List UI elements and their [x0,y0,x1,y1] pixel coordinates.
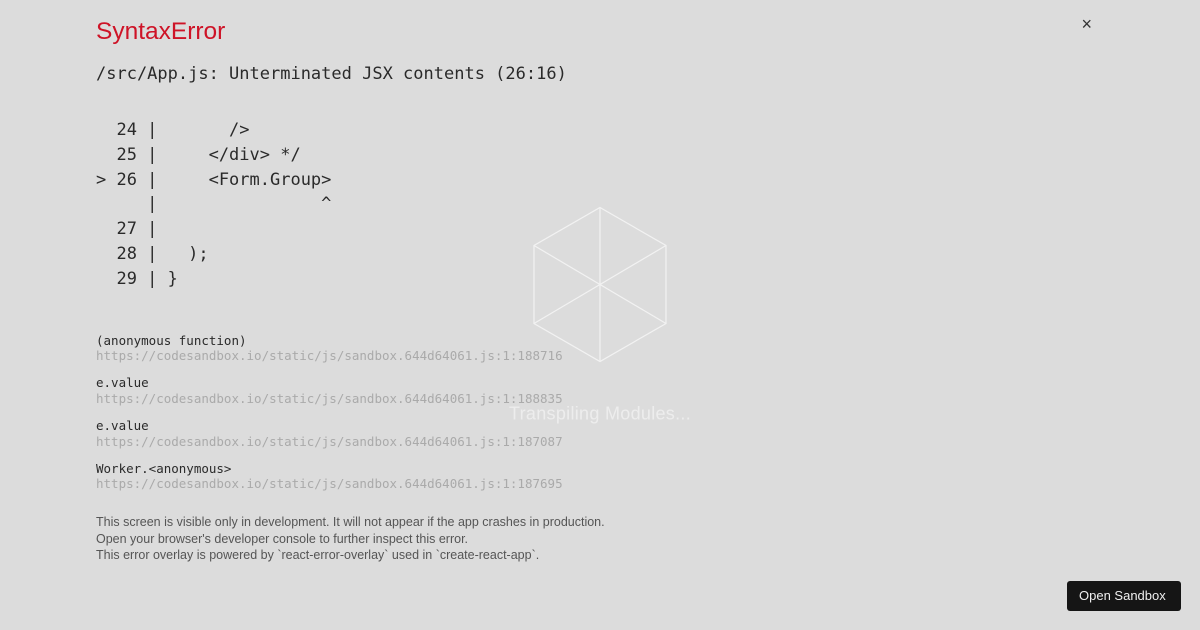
stack-function: e.value [96,376,1104,390]
overlay-footer-note: This screen is visible only in developme… [96,514,1104,565]
close-button[interactable]: × [1081,15,1092,33]
stack-frame: (anonymous function) https://codesandbox… [96,334,1104,364]
stack-location: https://codesandbox.io/static/js/sandbox… [96,435,1104,449]
error-message: /src/App.js: Unterminated JSX contents (… [96,64,1104,84]
stack-function: Worker.<anonymous> [96,462,1104,476]
footer-line: Open your browser's developer console to… [96,531,1104,548]
error-overlay: × SyntaxError /src/App.js: Unterminated … [0,0,1200,630]
footer-line: This screen is visible only in developme… [96,514,1104,531]
open-sandbox-button[interactable]: Open Sandbox [1067,581,1181,611]
footer-line: This error overlay is powered by `react-… [96,547,1104,564]
stack-frame: Worker.<anonymous> https://codesandbox.i… [96,462,1104,492]
error-code-frame: 24 | /> 25 | </div> */ > 26 | <Form.Grou… [96,118,1104,292]
stack-location: https://codesandbox.io/static/js/sandbox… [96,349,1104,363]
stack-function: e.value [96,419,1104,433]
stack-frame: e.value https://codesandbox.io/static/js… [96,419,1104,449]
stack-frame: e.value https://codesandbox.io/static/js… [96,376,1104,406]
error-title: SyntaxError [96,18,1104,46]
stack-trace: (anonymous function) https://codesandbox… [96,334,1104,492]
stack-location: https://codesandbox.io/static/js/sandbox… [96,477,1104,491]
stack-location: https://codesandbox.io/static/js/sandbox… [96,392,1104,406]
stack-function: (anonymous function) [96,334,1104,348]
